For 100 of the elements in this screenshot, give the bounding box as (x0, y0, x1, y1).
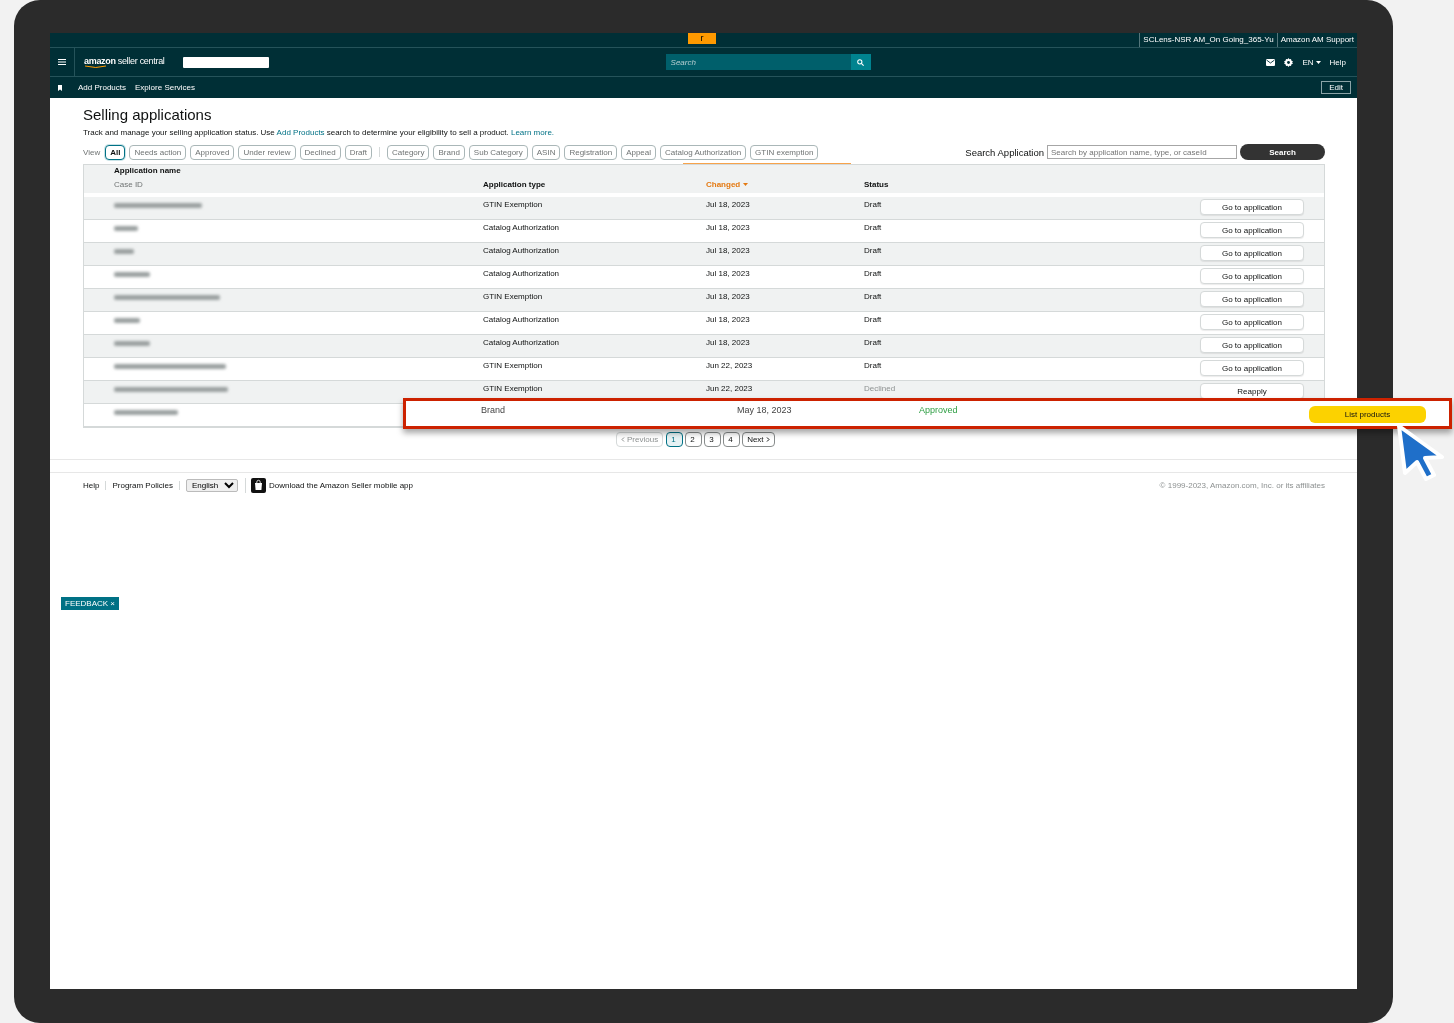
table-cell: Jul 18, 2023 (706, 315, 750, 324)
filter-chip[interactable]: Registration (564, 144, 618, 160)
account-link[interactable]: Amazon AM Support (1276, 33, 1357, 47)
bookmark-icon[interactable] (58, 84, 62, 91)
view-label: View (83, 147, 101, 157)
search-field[interactable]: Search (665, 54, 851, 70)
filter-chip[interactable]: Sub Category (468, 144, 528, 160)
status-text: Draft (864, 246, 882, 255)
filter-chip[interactable]: Draft (344, 144, 372, 160)
text-link[interactable]: Add Products (276, 128, 325, 137)
language-select[interactable]: English (185, 479, 238, 492)
table-cell: GTIN Exemption (483, 292, 543, 301)
chevron-right-icon (765, 437, 770, 442)
filter-chip[interactable]: Approved (190, 144, 235, 160)
filter-chip[interactable]: Declined (299, 144, 341, 160)
row-action-button[interactable]: Go to application (1200, 337, 1304, 353)
blurred-text (114, 226, 138, 231)
page-title: Selling applications (83, 106, 213, 123)
status-text: Draft (864, 223, 882, 232)
next-button[interactable]: Next (742, 432, 775, 447)
copyright-text: © 1999-2023, Amazon.com, Inc. or its affiliates (1159, 481, 1325, 490)
blurred-text (114, 272, 150, 277)
table-cell: Brand (481, 405, 506, 416)
table-cell: Jul 18, 2023 (706, 246, 750, 255)
blurred-text (114, 341, 150, 346)
table-cell: Jul 18, 2023 (706, 292, 750, 301)
account-selector[interactable] (182, 56, 269, 68)
row-action-button[interactable]: Go to application (1200, 222, 1304, 238)
status-text: Draft (864, 200, 882, 209)
column-header: Application type (483, 180, 546, 189)
filter-chip[interactable]: Under review (238, 144, 296, 160)
footer-link[interactable]: Program Policies (112, 481, 180, 490)
filter-chip[interactable]: Category (387, 144, 430, 160)
status-text: Approved (919, 405, 958, 416)
table-cell: GTIN Exemption (483, 361, 543, 370)
search-icon (857, 58, 865, 66)
blurred-text (114, 318, 140, 323)
column-subheader: Case ID (114, 180, 144, 189)
table-cell: Jul 18, 2023 (706, 200, 750, 209)
help-link[interactable]: Help (1329, 57, 1346, 67)
application-search-field[interactable]: Search by application name, type, or caseId (1047, 145, 1237, 159)
mail-icon[interactable] (1266, 58, 1276, 66)
app-download-link[interactable]: Download the Amazon Seller mobile app (268, 481, 413, 490)
column-header: Application name (114, 166, 182, 175)
filter-chip[interactable]: Appeal (621, 144, 657, 160)
table-cell: GTIN Exemption (483, 384, 543, 393)
footer-link[interactable]: Help (83, 481, 107, 490)
filter-chip[interactable]: All (105, 144, 126, 160)
status-text: Declined (864, 384, 896, 393)
sort-caret-icon (743, 183, 749, 186)
text-link[interactable]: Learn more. (510, 128, 555, 137)
row-action-button[interactable]: Go to application (1200, 199, 1304, 215)
row-action-button[interactable]: Go to application (1200, 291, 1304, 307)
search-label: Search Application (965, 146, 1044, 158)
row-action-button[interactable]: Reapply (1200, 383, 1304, 399)
table-cell: May 18, 2023 (737, 405, 792, 416)
status-text: Draft (864, 361, 882, 370)
row-action-button[interactable]: Go to application (1200, 268, 1304, 284)
row-action-button[interactable]: Go to application (1200, 245, 1304, 261)
language-menu[interactable]: EN (1302, 57, 1321, 67)
filter-chip[interactable]: Needs action (129, 144, 187, 160)
page-button[interactable]: 2 (685, 432, 703, 447)
table-cell: Jun 22, 2023 (706, 361, 753, 370)
search-button[interactable] (850, 54, 871, 70)
account-link[interactable]: SCLens-NSR AM_On Going_365-Yu (1139, 33, 1277, 47)
settings-icon[interactable] (1284, 57, 1294, 67)
filter-chip[interactable]: Brand (433, 144, 465, 160)
table-cell: Jul 18, 2023 (706, 269, 750, 278)
table-cell: Catalog Authorization (483, 269, 560, 278)
nav-link[interactable]: Explore Services (135, 83, 196, 92)
status-text: Draft (864, 315, 882, 324)
feedback-button[interactable]: FEEDBACK × (61, 597, 120, 610)
status-text: Draft (864, 292, 882, 301)
shopping-bag-icon (250, 478, 266, 493)
menu-icon[interactable] (58, 59, 66, 65)
filter-chip[interactable]: Catalog Authorization (660, 144, 747, 160)
row-action-button[interactable]: Go to application (1200, 360, 1304, 376)
notification-tab[interactable]: r (688, 33, 716, 44)
nav-link[interactable]: Add Products (78, 83, 127, 92)
table-cell: Catalog Authorization (483, 315, 560, 324)
status-text: Draft (864, 338, 882, 347)
list-products-button[interactable]: List products (1309, 406, 1426, 423)
row-action-button[interactable]: Go to application (1200, 314, 1304, 330)
logo[interactable]: amazon seller central (84, 56, 165, 68)
table-cell: Catalog Authorization (483, 338, 560, 347)
table-cell: Jul 18, 2023 (706, 338, 750, 347)
table-cell: Catalog Authorization (483, 246, 560, 255)
search-button[interactable]: Search (1240, 144, 1325, 160)
page-button[interactable]: 3 (704, 432, 722, 447)
caret-icon (1315, 60, 1321, 64)
column-header: Status (864, 180, 889, 189)
filter-chip[interactable]: ASIN (531, 144, 561, 160)
table-cell: Catalog Authorization (483, 223, 560, 232)
table-cell: Jun 22, 2023 (706, 384, 753, 393)
page-button[interactable]: 1 (666, 432, 684, 447)
edit-button[interactable]: Edit (1321, 81, 1351, 94)
table-cell: GTIN Exemption (483, 200, 543, 209)
chevron-left-icon (621, 437, 625, 442)
filter-chip[interactable]: GTIN exemption (750, 144, 819, 160)
page-button[interactable]: 4 (723, 432, 741, 447)
